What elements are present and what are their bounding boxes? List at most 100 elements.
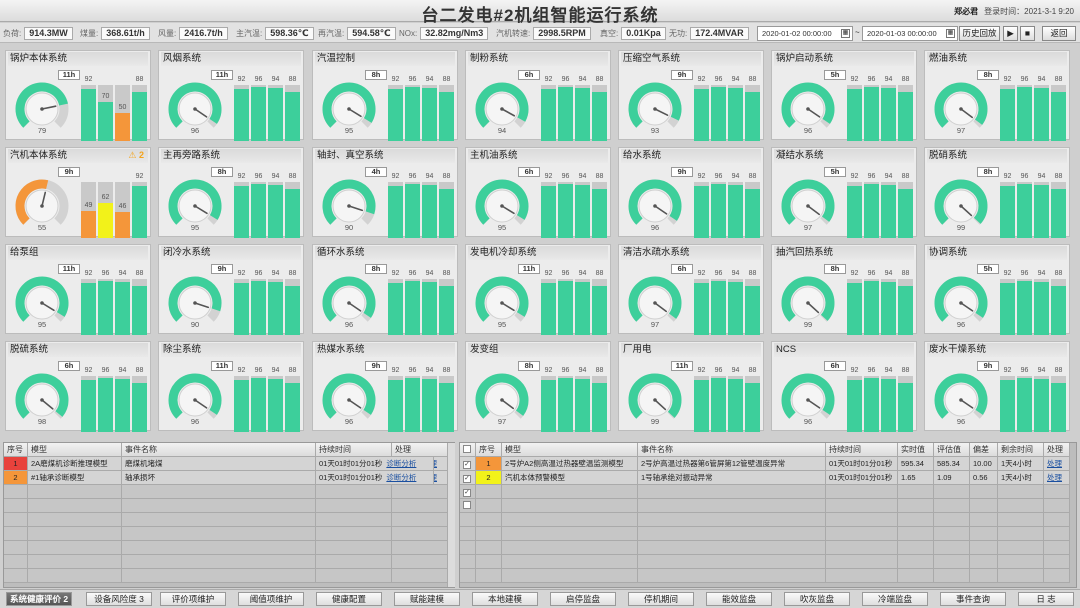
indicator-bar[interactable]: 96 [864,362,879,432]
indicator-bar[interactable]: 94 [1034,265,1049,335]
indicator-bar[interactable]: 92 [81,362,96,432]
system-panel[interactable]: 凝结水系统 5h 97 92 96 94 88 [771,147,917,238]
row-checkbox[interactable]: ✓ [463,475,471,483]
system-panel[interactable]: 制粉系统 6h 94 92 96 94 88 [465,50,611,141]
column-header[interactable]: 偏差 [970,443,998,457]
indicator-bar[interactable]: 96 [558,71,573,141]
indicator-bar[interactable]: 88 [745,362,760,432]
system-panel[interactable]: NCS 6h 96 92 96 94 88 [771,341,917,432]
diagnosis-link[interactable]: 诊断分析 [386,473,416,482]
indicator-bar[interactable]: 94 [1034,168,1049,238]
system-panel[interactable]: 汽机本体系统 ⚠ 2 9h 55 49 62 46 92 [5,147,151,238]
indicator-bar[interactable]: 88 [898,71,913,141]
back-button[interactable]: 返回 [1042,26,1076,41]
indicator-bar[interactable]: 96 [864,265,879,335]
indicator-bar[interactable]: 92 [388,265,403,335]
indicator-bar[interactable]: 96 [711,71,726,141]
indicator-bar[interactable]: 96 [1017,168,1032,238]
handle-link[interactable]: 处理 [1047,473,1062,482]
indicator-bar[interactable]: 88 [285,168,300,238]
indicator-bar[interactable]: 92 [81,265,96,335]
indicator-bar[interactable]: 94 [728,168,743,238]
column-header[interactable]: 持续时间 [316,443,392,457]
row-checkbox[interactable]: ✓ [463,489,471,497]
indicator-bar[interactable]: 94 [268,71,283,141]
footer-tab[interactable]: 冷端监盘 [862,592,928,606]
indicator-bar[interactable]: 94 [422,71,437,141]
indicator-bar[interactable]: 96 [711,362,726,432]
indicator-bar[interactable]: 96 [251,168,266,238]
column-header[interactable]: 处理 [392,443,448,457]
indicator-bar[interactable]: 96 [558,265,573,335]
indicator-bar[interactable]: 50 [115,71,130,141]
indicator-bar[interactable]: 94 [422,265,437,335]
indicator-bar[interactable]: 88 [592,265,607,335]
column-header[interactable]: 剩余时间 [998,443,1044,457]
indicator-bar[interactable]: 92 [847,168,862,238]
footer-tab[interactable]: 本地建模 [472,592,538,606]
indicator-bar[interactable]: 92 [388,71,403,141]
indicator-bar[interactable]: 96 [98,265,113,335]
warning-icon[interactable]: ⚠ 2 [128,150,144,161]
system-panel[interactable]: 脱硫系统 6h 98 92 96 94 88 [5,341,151,432]
handle-link[interactable]: 处理 [1047,459,1062,468]
calendar-icon[interactable]: ▦ [946,29,955,38]
indicator-bar[interactable]: 96 [405,362,420,432]
system-panel[interactable]: 主再旁路系统 8h 95 92 96 94 88 [158,147,304,238]
indicator-bar[interactable]: 92 [234,362,249,432]
indicator-bar[interactable]: 88 [285,71,300,141]
footer-tab[interactable]: 阈值项维护 [238,592,304,606]
indicator-bar[interactable]: 88 [898,362,913,432]
indicator-bar[interactable]: 88 [132,362,147,432]
indicator-bar[interactable]: 92 [694,168,709,238]
diagnosis-link[interactable]: 诊断分析 [386,459,416,468]
indicator-bar[interactable]: 94 [268,168,283,238]
indicator-bar[interactable]: 46 [115,168,130,238]
indicator-bar[interactable]: 88 [439,168,454,238]
indicator-bar[interactable]: 92 [1000,362,1015,432]
indicator-bar[interactable]: 92 [694,362,709,432]
indicator-bar[interactable]: 94 [575,168,590,238]
system-panel[interactable]: 轴封、真空系统 4h 90 92 96 94 88 [312,147,458,238]
indicator-bar[interactable]: 94 [268,265,283,335]
indicator-bar[interactable]: 62 [98,168,113,238]
system-panel[interactable]: 清洁水疏水系统 6h 97 92 96 94 88 [618,244,764,335]
indicator-bar[interactable]: 94 [881,168,896,238]
column-header[interactable]: 模型 [28,443,122,457]
indicator-bar[interactable]: 96 [864,71,879,141]
footer-tab[interactable]: 系统健康评价 2 [6,592,72,606]
indicator-bar[interactable]: 94 [728,362,743,432]
footer-tab[interactable]: 健康配置 [316,592,382,606]
indicator-bar[interactable]: 88 [898,265,913,335]
system-panel[interactable]: 废水干燥系统 9h 96 92 96 94 88 [924,341,1070,432]
footer-tab[interactable]: 能效监盘 [706,592,772,606]
indicator-bar[interactable]: 88 [439,265,454,335]
indicator-bar[interactable]: 88 [439,71,454,141]
select-all-checkbox[interactable] [463,445,471,453]
footer-tab[interactable]: 日 志 [1018,592,1074,606]
history-replay-button[interactable]: 历史回放 [959,26,1000,41]
column-header[interactable]: 事件名称 [122,443,316,457]
system-panel[interactable]: 抽汽回热系统 8h 99 92 96 94 88 [771,244,917,335]
system-panel[interactable]: 闭冷水系统 9h 90 92 96 94 88 [158,244,304,335]
indicator-bar[interactable]: 96 [251,265,266,335]
indicator-bar[interactable]: 92 [541,265,556,335]
indicator-bar[interactable]: 94 [575,362,590,432]
system-panel[interactable]: 主机油系统 6h 95 92 96 94 88 [465,147,611,238]
footer-tab[interactable]: 吹灰监盘 [784,592,850,606]
indicator-bar[interactable]: 92 [388,168,403,238]
system-panel[interactable]: 发电机冷却系统 11h 95 92 96 94 88 [465,244,611,335]
history-start-datetime[interactable]: 2020-01-02 00:00:00 ▦ [757,26,853,41]
system-panel[interactable]: 风烟系统 11h 96 92 96 94 88 [158,50,304,141]
system-panel[interactable]: 脱硝系统 8h 99 92 96 94 88 [924,147,1070,238]
indicator-bar[interactable]: 92 [694,265,709,335]
indicator-bar[interactable]: 92 [81,71,96,141]
indicator-bar[interactable]: 96 [558,362,573,432]
footer-tab[interactable]: 评价项维护 [160,592,226,606]
indicator-bar[interactable]: 92 [847,362,862,432]
indicator-bar[interactable]: 88 [285,362,300,432]
system-panel[interactable]: 燃油系统 8h 97 92 96 94 88 [924,50,1070,141]
footer-tab[interactable]: 事件查询 [940,592,1006,606]
indicator-bar[interactable]: 94 [422,362,437,432]
calendar-icon[interactable]: ▦ [841,29,850,38]
